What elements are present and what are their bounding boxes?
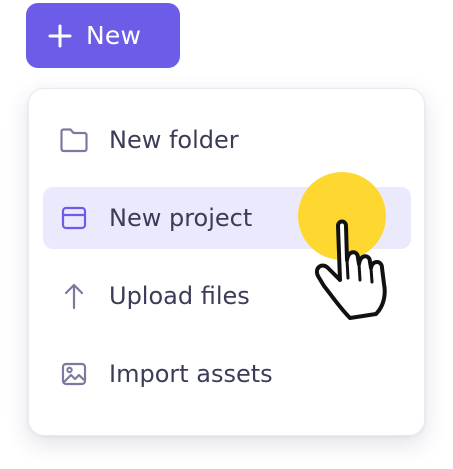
plus-icon bbox=[48, 24, 72, 48]
image-icon bbox=[59, 359, 89, 389]
menu-item-label: Upload files bbox=[109, 282, 250, 310]
menu-item-label: New folder bbox=[109, 126, 239, 154]
menu-item-label: Import assets bbox=[109, 360, 273, 388]
menu-item-label: New project bbox=[109, 204, 253, 232]
new-button[interactable]: New bbox=[26, 3, 180, 68]
menu-item-upload-files[interactable]: Upload files bbox=[43, 265, 411, 327]
stage: New New folder New project Upload files … bbox=[0, 0, 453, 469]
menu-item-new-folder[interactable]: New folder bbox=[43, 109, 411, 171]
new-dropdown-menu: New folder New project Upload files Impo… bbox=[28, 88, 425, 436]
arrow-up-icon bbox=[59, 281, 89, 311]
menu-item-import-assets[interactable]: Import assets bbox=[43, 343, 411, 405]
new-button-label: New bbox=[86, 21, 142, 50]
folder-icon bbox=[59, 125, 89, 155]
window-icon bbox=[59, 203, 89, 233]
menu-item-new-project[interactable]: New project bbox=[43, 187, 411, 249]
